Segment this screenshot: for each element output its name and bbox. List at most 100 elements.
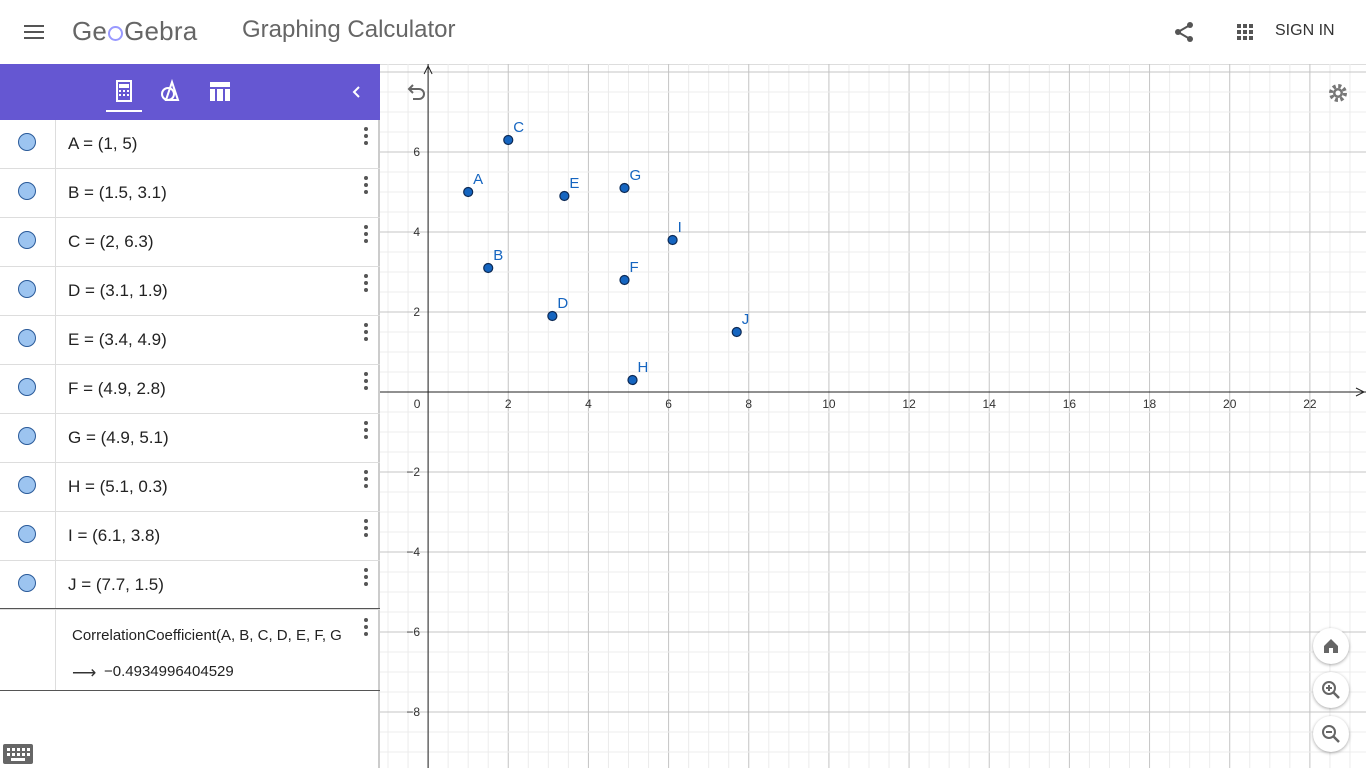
visibility-toggle[interactable] bbox=[18, 476, 36, 494]
algebra-row[interactable]: G = (4.9, 5.1) bbox=[0, 414, 380, 463]
algebra-row[interactable]: E = (3.4, 4.9) bbox=[0, 316, 380, 365]
geogebra-logo[interactable]: Ge Gebra bbox=[72, 16, 197, 47]
correlation-input[interactable]: CorrelationCoefficient(A, B, C, D, E, F,… bbox=[72, 627, 354, 644]
correlation-row: CorrelationCoefficient(A, B, C, D, E, F,… bbox=[0, 608, 380, 691]
zoom-out-button[interactable] bbox=[1313, 716, 1349, 752]
result-arrow-icon: ⟶ bbox=[72, 663, 97, 682]
algebra-expression[interactable]: A = (1, 5) bbox=[68, 134, 137, 154]
point-j[interactable] bbox=[731, 326, 742, 338]
point-label: F bbox=[629, 259, 638, 276]
algebra-panel: A = (1, 5) B = (1.5, 3.1) C = (2, 6.3) D = … bbox=[0, 64, 380, 768]
x-tick-label: 14 bbox=[983, 397, 997, 411]
x-tick-label: 22 bbox=[1303, 397, 1317, 411]
row-marker-column bbox=[0, 169, 56, 217]
algebra-expression[interactable]: H = (5.1, 0.3) bbox=[68, 477, 168, 497]
x-tick-label: 10 bbox=[822, 397, 836, 411]
zoom-out-icon bbox=[1322, 725, 1340, 743]
point-a[interactable] bbox=[463, 186, 474, 198]
visibility-toggle[interactable] bbox=[18, 280, 36, 298]
point-f[interactable] bbox=[619, 274, 630, 286]
more-options-icon[interactable] bbox=[356, 222, 376, 250]
share-icon[interactable] bbox=[1172, 20, 1198, 44]
algebra-row[interactable]: A = (1, 5) bbox=[0, 120, 380, 169]
tab-tools[interactable] bbox=[153, 76, 189, 110]
keyboard-icon[interactable] bbox=[3, 744, 33, 764]
more-options-icon[interactable] bbox=[356, 271, 376, 299]
x-tick-label: 8 bbox=[745, 397, 752, 411]
tab-table[interactable] bbox=[202, 76, 238, 110]
algebra-expression[interactable]: I = (6.1, 3.8) bbox=[68, 526, 160, 546]
algebra-expression[interactable]: B = (1.5, 3.1) bbox=[68, 183, 167, 203]
more-options-icon[interactable] bbox=[356, 124, 376, 152]
algebra-row[interactable]: H = (5.1, 0.3) bbox=[0, 463, 380, 512]
visibility-toggle[interactable] bbox=[18, 427, 36, 445]
x-tick-label: 18 bbox=[1143, 397, 1157, 411]
point-h[interactable] bbox=[627, 374, 638, 386]
algebra-row[interactable]: C = (2, 6.3) bbox=[0, 218, 380, 267]
point-label: B bbox=[493, 247, 503, 264]
y-tick-label: −4 bbox=[406, 545, 420, 559]
point-label: G bbox=[629, 167, 641, 184]
algebra-expression[interactable]: F = (4.9, 2.8) bbox=[68, 379, 166, 399]
point-c[interactable] bbox=[503, 134, 514, 146]
sign-in-button[interactable]: SIGN IN bbox=[1275, 22, 1335, 40]
visibility-toggle[interactable] bbox=[18, 574, 36, 592]
x-tick-label: 4 bbox=[585, 397, 592, 411]
menu-icon[interactable] bbox=[22, 20, 48, 44]
visibility-toggle[interactable] bbox=[18, 182, 36, 200]
row-marker-column bbox=[0, 512, 56, 560]
algebra-row[interactable]: I = (6.1, 3.8) bbox=[0, 512, 380, 561]
algebra-expression[interactable]: C = (2, 6.3) bbox=[68, 232, 154, 252]
row-marker-column bbox=[0, 414, 56, 462]
point-d[interactable] bbox=[547, 310, 558, 322]
algebra-row[interactable]: B = (1.5, 3.1) bbox=[0, 169, 380, 218]
y-tick-label: −2 bbox=[406, 465, 420, 479]
more-options-icon[interactable] bbox=[356, 173, 376, 201]
x-tick-label: 6 bbox=[665, 397, 672, 411]
visibility-toggle[interactable] bbox=[18, 525, 36, 543]
more-options-icon[interactable] bbox=[356, 467, 376, 495]
algebra-row[interactable]: F = (4.9, 2.8) bbox=[0, 365, 380, 414]
more-options-icon[interactable] bbox=[356, 369, 376, 397]
point-label: H bbox=[638, 359, 649, 376]
more-options-icon[interactable] bbox=[356, 320, 376, 348]
algebra-expression[interactable]: J = (7.7, 1.5) bbox=[68, 575, 164, 595]
more-options-icon[interactable] bbox=[356, 615, 376, 643]
tab-algebra[interactable] bbox=[106, 76, 142, 112]
row-marker-column bbox=[0, 561, 56, 609]
point-label: A bbox=[473, 171, 483, 188]
row-marker-column bbox=[0, 609, 56, 690]
zoom-in-button[interactable] bbox=[1313, 672, 1349, 708]
x-tick-label: 0 bbox=[414, 397, 421, 411]
more-options-icon[interactable] bbox=[356, 565, 376, 593]
algebra-expression[interactable]: D = (3.1, 1.9) bbox=[68, 281, 168, 301]
visibility-toggle[interactable] bbox=[18, 329, 36, 347]
more-options-icon[interactable] bbox=[356, 418, 376, 446]
point-label: I bbox=[678, 219, 682, 236]
y-tick-label: 4 bbox=[413, 225, 420, 239]
y-tick-label: −6 bbox=[406, 625, 420, 639]
visibility-toggle[interactable] bbox=[18, 378, 36, 396]
point-label: E bbox=[569, 175, 579, 192]
undo-icon[interactable] bbox=[404, 80, 428, 104]
x-tick-label: 2 bbox=[505, 397, 512, 411]
collapse-panel-icon[interactable] bbox=[345, 80, 367, 104]
point-g[interactable] bbox=[619, 182, 630, 194]
point-b[interactable] bbox=[483, 262, 494, 274]
algebra-row[interactable]: D = (3.1, 1.9) bbox=[0, 267, 380, 316]
x-tick-label: 12 bbox=[902, 397, 916, 411]
more-options-icon[interactable] bbox=[356, 516, 376, 544]
algebra-expression[interactable]: G = (4.9, 5.1) bbox=[68, 428, 169, 448]
visibility-toggle[interactable] bbox=[18, 133, 36, 151]
gear-icon[interactable] bbox=[1325, 80, 1351, 106]
point-i[interactable] bbox=[667, 234, 678, 246]
apps-grid-icon[interactable] bbox=[1233, 20, 1259, 44]
point-e[interactable] bbox=[559, 190, 570, 202]
x-tick-label: 16 bbox=[1063, 397, 1077, 411]
home-view-button[interactable] bbox=[1313, 628, 1349, 664]
graphics-view[interactable]: 0 2 4 6 8 10 12 14 16 18 20 22 −8 −6 −4 −2 2 4 6 A B C D E F G H I J bbox=[380, 64, 1366, 768]
algebra-expression[interactable]: E = (3.4, 4.9) bbox=[68, 330, 167, 350]
visibility-toggle[interactable] bbox=[18, 231, 36, 249]
algebra-row[interactable]: J = (7.7, 1.5) bbox=[0, 561, 380, 610]
coordinate-plane[interactable]: 0 2 4 6 8 10 12 14 16 18 20 22 −8 −6 −4 −2 2 4 6 A B C D E F G H I J bbox=[380, 64, 1366, 768]
